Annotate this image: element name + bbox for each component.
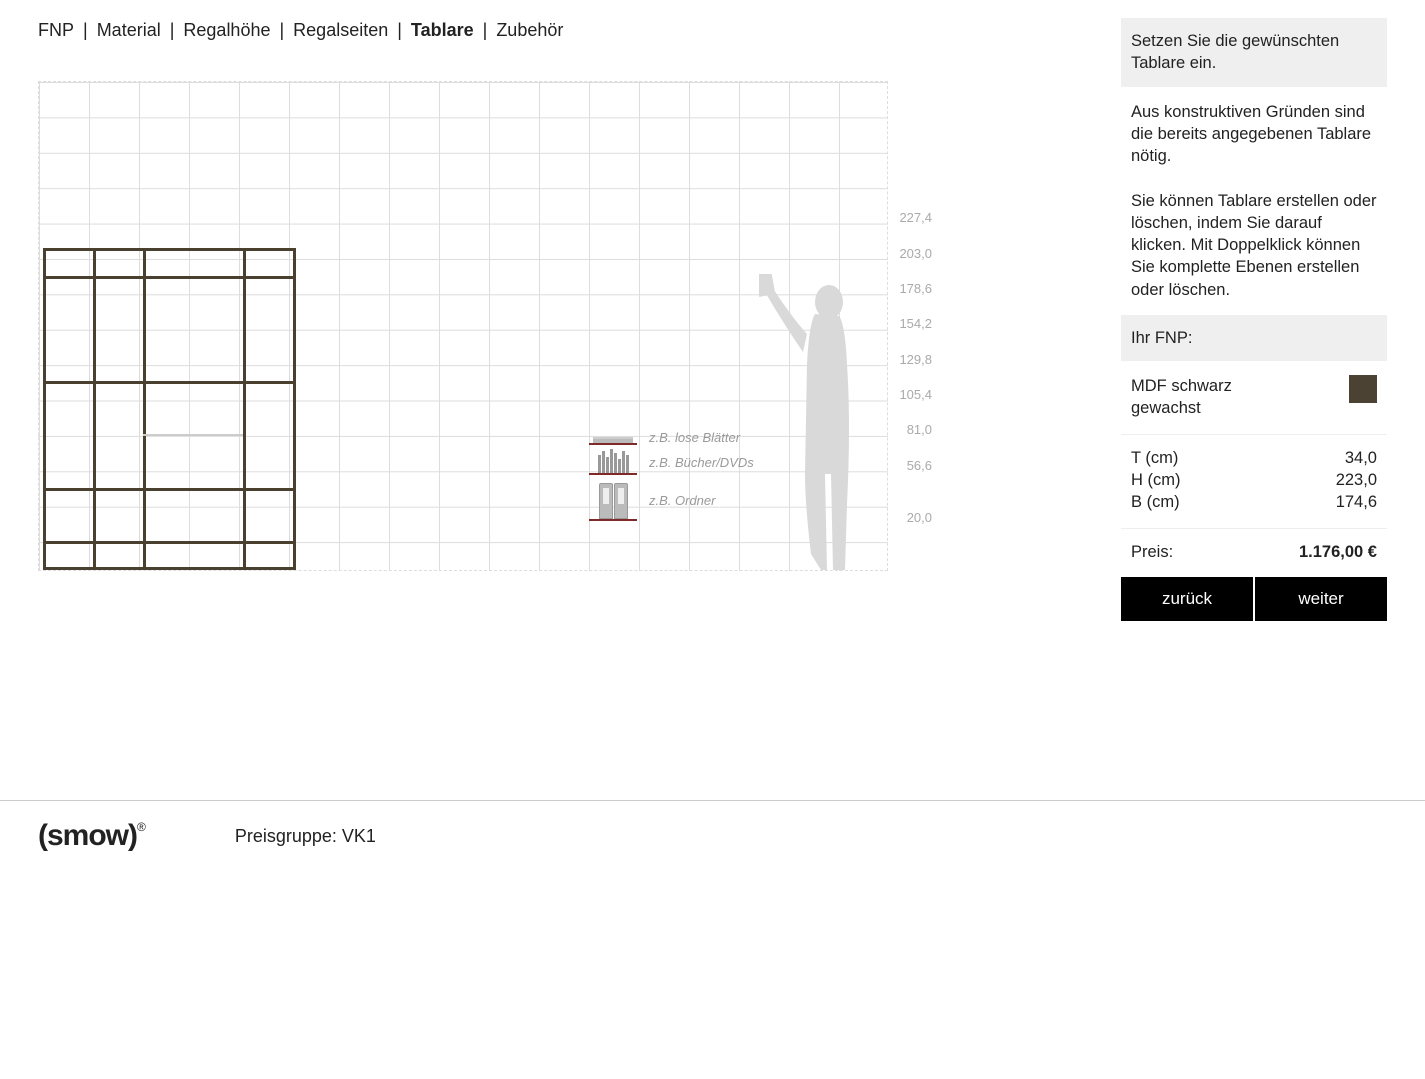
person-silhouette-icon [759, 274, 869, 570]
breadcrumb-item[interactable]: Material [97, 20, 161, 40]
info-text-1: Aus konstruktiven Gründen sind die berei… [1131, 101, 1377, 168]
intro-text: Setzen Sie die gewünschten Tablare ein. [1131, 32, 1339, 72]
price-value: 1.176,00 € [1299, 541, 1377, 563]
dim-b-value: 174,6 [1336, 491, 1377, 513]
your-fnp-label: Ihr FNP: [1131, 329, 1192, 347]
dim-h-value: 223,0 [1336, 469, 1377, 491]
height-label: 105,4 [899, 387, 932, 402]
books-icon [589, 449, 637, 475]
your-fnp-panel: Ihr FNP: [1121, 315, 1387, 363]
shelf-structure[interactable] [43, 248, 293, 570]
dim-t-label: T (cm) [1131, 447, 1178, 469]
legend-binders-label: z.B. Ordner [649, 493, 715, 508]
price-panel: Preis: 1.176,00 € [1121, 528, 1387, 577]
height-label: 203,0 [899, 246, 932, 261]
loose-sheets-icon [589, 431, 637, 445]
height-label: 154,2 [899, 316, 932, 331]
legend-loose-label: z.B. lose Blätter [649, 430, 740, 445]
shelf-canvas[interactable]: 227,4203,0178,6154,2129,8105,481,056,620… [38, 81, 888, 571]
info-text-2: Sie können Tablare erstellen oder lösche… [1131, 190, 1377, 301]
price-label: Preis: [1131, 541, 1173, 563]
dim-t-value: 34,0 [1345, 447, 1377, 469]
height-label: 129,8 [899, 352, 932, 367]
material-swatch [1349, 375, 1377, 403]
height-label: 20,0 [907, 510, 932, 525]
next-button[interactable]: weiter [1255, 577, 1387, 621]
height-label: 56,6 [907, 458, 932, 473]
legend-books-label: z.B. Bücher/DVDs [649, 455, 754, 470]
breadcrumb-item[interactable]: FNP [38, 20, 74, 40]
material-panel: MDF schwarz gewachst [1121, 363, 1387, 434]
breadcrumb-item[interactable]: Tablare [411, 20, 474, 40]
pricegroup-label: Preisgruppe: VK1 [235, 826, 376, 847]
dimensions-panel: T (cm) 34,0 H (cm) 223,0 B (cm) 174,6 [1121, 434, 1387, 528]
height-label: 227,4 [899, 210, 932, 225]
sidebar: Setzen Sie die gewünschten Tablare ein. … [1121, 18, 1387, 800]
dim-h-label: H (cm) [1131, 469, 1180, 491]
legend: z.B. lose Blätter z.B. Bücher/DVDs [589, 430, 754, 525]
dim-b-label: B (cm) [1131, 491, 1180, 513]
info-panel: Aus konstruktiven Gründen sind die berei… [1121, 89, 1387, 315]
binders-icon [589, 479, 637, 521]
smow-logo: (smow)® [38, 819, 145, 853]
height-label: 81,0 [907, 422, 932, 437]
breadcrumb-item[interactable]: Regalseiten [293, 20, 388, 40]
height-label: 178,6 [899, 281, 932, 296]
back-button[interactable]: zurück [1121, 577, 1253, 621]
material-name: MDF schwarz gewachst [1131, 375, 1281, 420]
intro-panel: Setzen Sie die gewünschten Tablare ein. [1121, 18, 1387, 89]
breadcrumb: FNP | Material | Regalhöhe | Regalseiten… [38, 20, 1101, 41]
breadcrumb-item[interactable]: Zubehör [496, 20, 563, 40]
breadcrumb-item[interactable]: Regalhöhe [183, 20, 270, 40]
